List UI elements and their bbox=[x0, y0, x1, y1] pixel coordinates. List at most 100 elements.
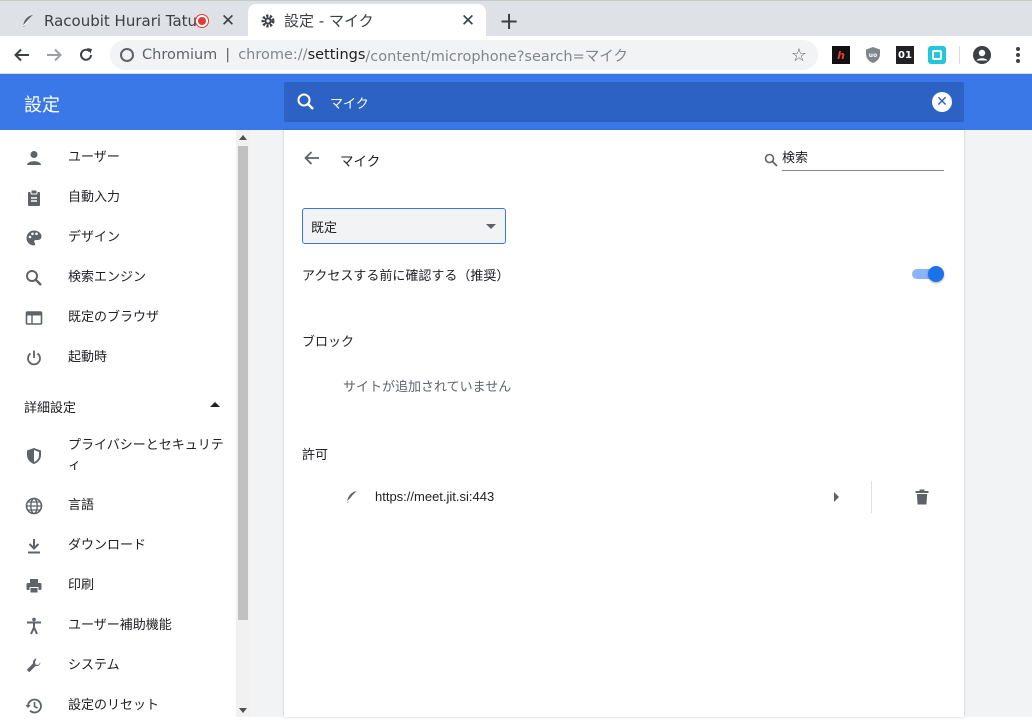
tab-strip: Racoubit Hurari Tatuy ✕ 設定 - マイク ✕ + bbox=[0, 0, 1032, 37]
sidebar-item-downloads[interactable]: ダウンロード bbox=[0, 526, 236, 566]
sidebar-item-autofill[interactable]: 自動入力 bbox=[0, 178, 236, 218]
sidebar-item-system[interactable]: システム bbox=[0, 646, 236, 686]
tab-title: Racoubit Hurari Tatuy bbox=[44, 11, 196, 30]
url-path: /content/microphone?search=マイク bbox=[365, 48, 628, 65]
search-icon bbox=[24, 268, 44, 288]
sidebar-item-search-engine[interactable]: 検索エンジン bbox=[0, 258, 236, 298]
shield-icon bbox=[24, 446, 44, 466]
sidebar-item-label: 印刷 bbox=[68, 578, 95, 593]
chevron-up-icon bbox=[210, 402, 220, 407]
sidebar-item-accessibility[interactable]: ユーザー補助機能 bbox=[0, 606, 236, 646]
sidebar-item-label: ユーザー補助機能 bbox=[68, 618, 172, 633]
sidebar-item-languages[interactable]: 言語 bbox=[0, 486, 236, 526]
history-icon bbox=[24, 696, 44, 716]
palette-icon bbox=[24, 228, 44, 248]
url-scheme: chrome:// bbox=[238, 47, 308, 63]
sidebar-item-appearance[interactable]: デザイン bbox=[0, 218, 236, 258]
subpage-search-input[interactable]: 検索 bbox=[782, 149, 944, 171]
site-label: Chromium bbox=[142, 47, 218, 63]
person-icon bbox=[24, 148, 44, 168]
sidebar-item-reset[interactable]: 設定のリセット bbox=[0, 686, 236, 726]
site-origin: https://meet.jit.si:443 bbox=[375, 489, 495, 504]
extension-01-icon[interactable]: 01 bbox=[896, 46, 914, 64]
kebab-menu-icon bbox=[1016, 47, 1020, 63]
new-tab-button[interactable]: + bbox=[496, 7, 522, 35]
sidebar-scrollbar[interactable] bbox=[236, 130, 250, 717]
back-button[interactable] bbox=[8, 41, 36, 69]
reload-button[interactable] bbox=[72, 41, 100, 69]
clipboard-icon bbox=[24, 188, 44, 208]
sidebar-item-users[interactable]: ユーザー bbox=[0, 138, 236, 178]
microphone-device-select[interactable]: 既定 bbox=[302, 208, 506, 244]
clear-search-icon[interactable]: ✕ bbox=[932, 92, 952, 112]
allow-section-label: 許可 bbox=[302, 448, 329, 463]
chevron-right-icon[interactable] bbox=[834, 492, 839, 502]
tab-meeting[interactable]: Racoubit Hurari Tatuy ✕ bbox=[8, 4, 246, 37]
sidebar-item-label: 検索エンジン bbox=[68, 270, 147, 285]
toggle-knob bbox=[928, 266, 944, 282]
close-tab-icon[interactable]: ✕ bbox=[218, 11, 238, 31]
sidebar-item-label: 自動入力 bbox=[68, 190, 121, 205]
tab-title: 設定 - マイク bbox=[284, 12, 374, 30]
dropdown-arrow-icon bbox=[486, 224, 496, 229]
row-divider bbox=[871, 481, 872, 513]
sidebar-item-printing[interactable]: 印刷 bbox=[0, 566, 236, 606]
block-empty-text: サイトが追加されていません bbox=[343, 380, 512, 395]
microphone-settings-card: マイク 検索 既定 アクセスする前に確認する（推奨） ブロック サイトが追加され… bbox=[284, 130, 964, 717]
search-input[interactable]: マイク bbox=[330, 93, 932, 112]
extension-h-icon[interactable]: h bbox=[832, 46, 850, 64]
toolbar-divider bbox=[959, 46, 960, 64]
page-title: 設定 bbox=[24, 95, 60, 116]
search-icon bbox=[764, 153, 778, 167]
wrench-icon bbox=[24, 656, 44, 676]
ask-before-access-label: アクセスする前に確認する（推奨） bbox=[302, 269, 510, 284]
extension-shield-icon[interactable]: uo bbox=[864, 46, 882, 64]
sidebar-item-label: デザイン bbox=[68, 230, 121, 245]
sidebar-item-on-startup[interactable]: 起動時 bbox=[0, 338, 236, 378]
svg-text:uo: uo bbox=[869, 52, 877, 59]
tab-settings[interactable]: 設定 - マイク ✕ bbox=[248, 4, 486, 37]
bookmark-star-icon[interactable]: ☆ bbox=[788, 44, 810, 66]
browser-icon bbox=[24, 308, 44, 328]
printer-icon bbox=[24, 576, 44, 596]
gear-icon bbox=[260, 13, 276, 29]
back-arrow-icon[interactable] bbox=[302, 148, 322, 168]
globe-icon bbox=[24, 496, 44, 516]
feather-icon bbox=[20, 13, 36, 29]
allowed-site-row[interactable]: https://meet.jit.si:443 bbox=[284, 479, 964, 515]
scrollbar-thumb[interactable] bbox=[238, 146, 248, 620]
address-bar[interactable]: Chromium | chrome://settings/content/mic… bbox=[110, 40, 818, 70]
settings-search[interactable]: マイク ✕ bbox=[284, 82, 964, 122]
sidebar-advanced-toggle[interactable]: 詳細設定 bbox=[24, 396, 220, 416]
menu-button[interactable] bbox=[1004, 41, 1032, 69]
sidebar-item-label: 設定のリセット bbox=[68, 698, 160, 713]
forward-button[interactable] bbox=[40, 41, 68, 69]
download-icon bbox=[24, 536, 44, 556]
feather-icon bbox=[346, 491, 357, 503]
sidebar-item-label: 起動時 bbox=[68, 350, 108, 365]
sidebar-item-label: 既定のブラウザ bbox=[68, 310, 160, 325]
extension-square-icon[interactable] bbox=[928, 46, 946, 64]
power-icon bbox=[24, 348, 44, 368]
browser-toolbar: Chromium | chrome://settings/content/mic… bbox=[0, 36, 1032, 74]
close-tab-icon[interactable]: ✕ bbox=[458, 11, 478, 31]
sidebar-item-label: プライバシーとセキュリティ bbox=[68, 438, 224, 473]
subpage-title: マイク bbox=[340, 154, 381, 170]
arrow-right-icon bbox=[47, 48, 62, 62]
subpage-search[interactable]: 検索 bbox=[764, 148, 944, 171]
trash-icon[interactable] bbox=[913, 488, 931, 506]
profile-button[interactable] bbox=[968, 41, 996, 69]
arrow-left-icon bbox=[14, 48, 29, 62]
sidebar-item-default-browser[interactable]: 既定のブラウザ bbox=[0, 298, 236, 338]
block-section-label: ブロック bbox=[302, 335, 355, 350]
url-separator: | bbox=[225, 47, 231, 63]
sidebar-item-label: ダウンロード bbox=[68, 538, 147, 553]
sidebar-item-privacy[interactable]: プライバシーとセキュリティ bbox=[0, 436, 236, 476]
ask-before-access-toggle[interactable] bbox=[912, 266, 944, 282]
url-host: settings bbox=[307, 47, 366, 63]
scroll-down-arrow-icon[interactable] bbox=[239, 708, 247, 713]
sidebar-item-label: ユーザー bbox=[68, 150, 120, 165]
scroll-up-arrow-icon[interactable] bbox=[239, 135, 247, 140]
settings-header: 設定 マイク ✕ bbox=[0, 74, 1032, 130]
site-info[interactable]: Chromium bbox=[120, 47, 217, 63]
